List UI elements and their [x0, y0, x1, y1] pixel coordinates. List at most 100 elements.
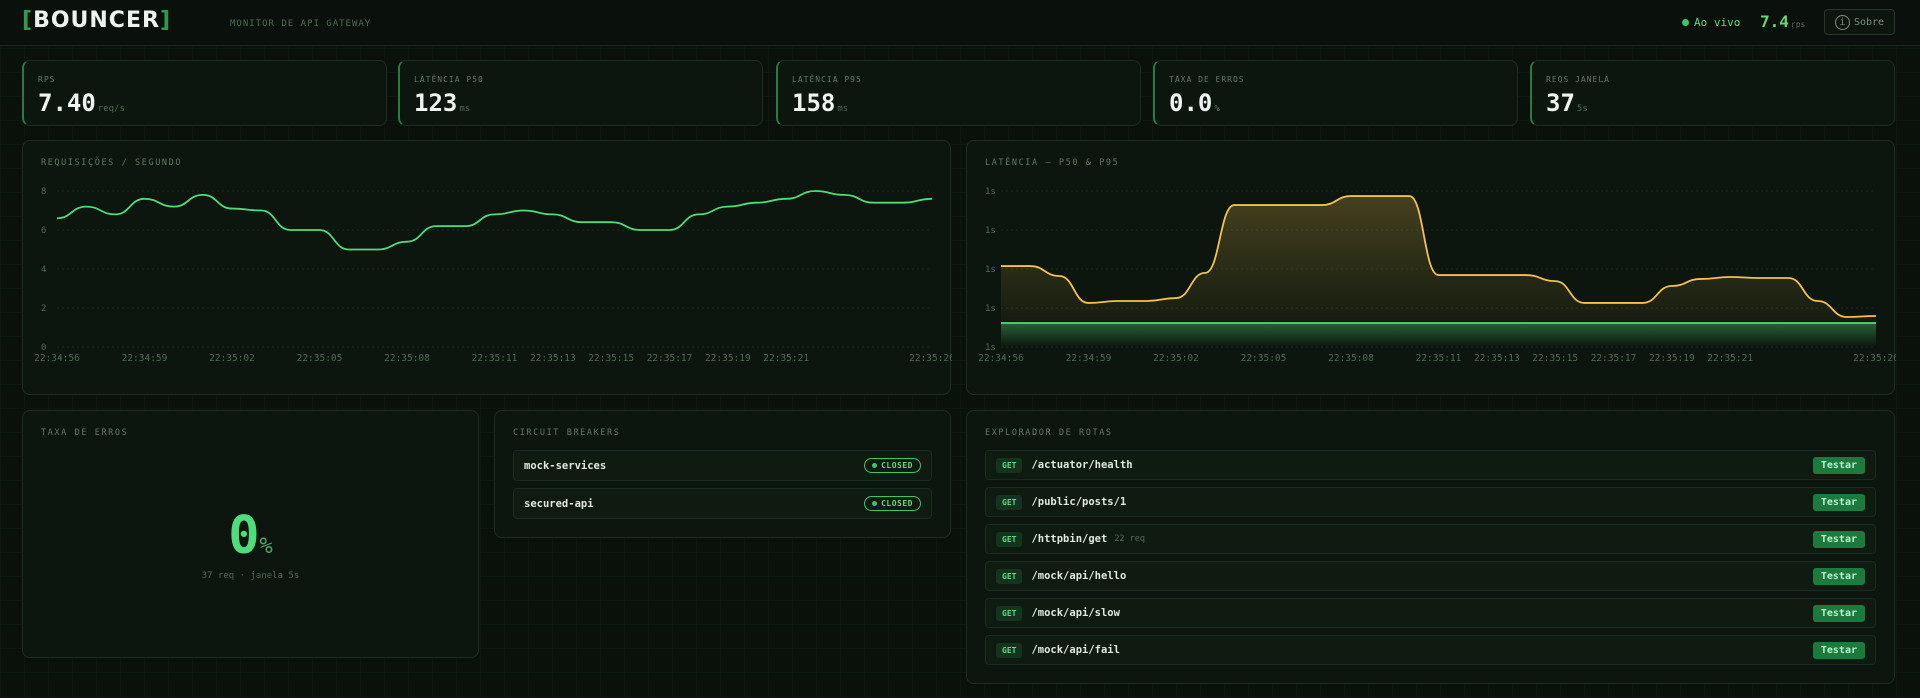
error-rate-unit: % [259, 534, 273, 559]
route-explorer-title: EXPLORADOR DE ROTAS [985, 428, 1113, 438]
x-tick-label: 22:35:19 [1649, 353, 1695, 364]
y-tick-label: 8 [41, 187, 46, 197]
x-tick-label: 22:35:15 [588, 353, 634, 364]
kpi-card: TAXA DE ERROS 0.0% [1153, 60, 1518, 126]
breaker-state: CLOSED [881, 499, 913, 508]
x-tick-label: 22:34:56 [34, 353, 80, 364]
series-area [1001, 323, 1876, 347]
y-tick-label: 0 [41, 343, 46, 353]
route-row: GET/public/posts/1 Testar [985, 487, 1876, 517]
x-tick-label: 22:35:08 [384, 353, 430, 364]
test-route-button[interactable]: Testar [1812, 641, 1865, 659]
breaker-name: mock-services [524, 459, 607, 472]
kpi-number: 123 [414, 89, 458, 117]
error-rate-number: 0 [228, 506, 260, 566]
x-tick-label: 22:35:13 [1474, 353, 1520, 364]
brand-name: BOUNCER [33, 8, 160, 33]
y-tick-label: 1s [985, 304, 996, 314]
x-tick-label: 22:35:11 [1416, 353, 1462, 364]
route-row: GET/mock/api/fail Testar [985, 635, 1876, 665]
test-route-button[interactable]: Testar [1812, 530, 1865, 548]
route-request-count: 22 req [1114, 534, 1146, 544]
latency-chart-panel: LATÊNCIA — P50 & P95 1s 1s 1s 1s 1s 22:34:56 2… [966, 140, 1896, 395]
header-rps: 7.4 rps [1760, 12, 1805, 31]
y-tick-label: 4 [41, 265, 46, 275]
route-row: GET/httpbin/get 22 req Testar [985, 524, 1876, 554]
kpi-card: LATÊNCIA P95 158 ms [776, 60, 1141, 126]
http-method-badge: GET [996, 531, 1023, 547]
y-tick-label: 1s [985, 226, 996, 236]
test-route-button[interactable]: Testar [1812, 567, 1865, 585]
http-method-badge: GET [996, 568, 1023, 584]
x-tick-label: 22:35:15 [1532, 353, 1578, 364]
kpi-unit: 5s [1576, 104, 1588, 114]
x-tick-label: 22:35:02 [1153, 353, 1199, 364]
breaker-status-badge: CLOSED [864, 458, 921, 473]
route-explorer-panel: EXPLORADOR DE ROTAS GET/actuator/health T… [966, 410, 1895, 684]
rps-value: 7.4 [1760, 12, 1789, 31]
x-tick-label: 22:35:13 [530, 353, 576, 364]
http-method-badge: GET [996, 642, 1023, 658]
breaker-name: secured-api [524, 497, 594, 510]
latency-chart: 1s1s1s1s1s22:34:56 22:34:59 22:35:02 22:35:… [978, 187, 1896, 364]
http-method-badge: GET [996, 457, 1023, 473]
route-path: /mock/api/hello [1031, 570, 1127, 582]
route-row: GET/mock/api/hello Testar [985, 561, 1876, 591]
x-tick-label: 22:35:17 [647, 353, 693, 364]
test-route-button[interactable]: Testar [1812, 493, 1865, 511]
app-header: [BOUNCER] MONITOR DE API GATEWAY Ao vivo… [0, 0, 1920, 46]
kpi-label: RPS [38, 75, 56, 84]
test-route-button[interactable]: Testar [1812, 456, 1865, 474]
about-button[interactable]: i Sobre [1824, 9, 1895, 35]
kpi-number: 37 [1546, 89, 1575, 117]
y-tick-label: 2 [41, 304, 46, 314]
circuit-breaker-row: secured-api CLOSED [513, 488, 932, 519]
kpi-value: 158 ms [792, 89, 848, 117]
live-dot-icon [1682, 19, 1689, 26]
error-rate-value: 0% [23, 506, 478, 566]
x-tick-label: 22:35:05 [297, 353, 343, 364]
rps-chart: 0 2 4 6 8 22:34:56 22:34:59 22:35:02 22:35:05 22:… [34, 187, 952, 364]
y-tick-label: 1s [985, 343, 996, 353]
series-line [56, 190, 933, 251]
x-tick-label: 22:35:05 [1241, 353, 1287, 364]
kpi-unit: ms [459, 104, 471, 114]
x-tick-label: 22:35:11 [472, 353, 518, 364]
status-dot-icon [872, 501, 878, 506]
kpi-value: 37 5s [1546, 89, 1588, 117]
circuit-breakers-title: CIRCUIT BREAKERS [513, 428, 621, 438]
kpi-card: LATÊNCIA P50 123 ms [398, 60, 763, 126]
kpi-number: 7.40 [38, 89, 96, 117]
app-subtitle: MONITOR DE API GATEWAY [230, 19, 372, 29]
live-label: Ao vivo [1694, 16, 1741, 29]
route-path: /mock/api/slow [1031, 607, 1120, 619]
rps-chart-panel: REQUISIÇÕES / SEGUNDO 0 2 4 6 8 22:34:56 22:34… [22, 140, 952, 395]
brand-logo: [BOUNCER] [22, 8, 171, 33]
live-indicator: Ao vivo [1682, 16, 1740, 29]
route-path: /mock/api/fail [1031, 644, 1120, 656]
x-tick-label: 22:34:59 [1066, 353, 1112, 364]
x-tick-label: 22:34:59 [122, 353, 168, 364]
kpi-unit: req/s [97, 104, 125, 114]
y-tick-label: 1s [985, 265, 996, 275]
route-row: GET/mock/api/slow Testar [985, 598, 1876, 628]
kpi-number: 158 [792, 89, 836, 117]
kpi-unit: ms [837, 104, 849, 114]
x-tick-label: 22:34:56 [978, 353, 1024, 364]
error-rate-subtitle: 37 req · janela 5s [201, 571, 300, 581]
circuit-breaker-row: mock-services CLOSED [513, 450, 932, 481]
test-route-button[interactable]: Testar [1812, 604, 1865, 622]
http-method-badge: GET [996, 605, 1023, 621]
status-dot-icon [872, 463, 878, 468]
route-path: /httpbin/get [1031, 533, 1108, 545]
rps-unit: rps [1790, 20, 1806, 29]
route-row: GET/actuator/health Testar [985, 450, 1876, 480]
x-tick-label: 22:35:17 [1591, 353, 1637, 364]
about-label: Sobre [1853, 16, 1885, 28]
x-tick-label: 22:35:21 [1707, 353, 1753, 364]
x-tick-label: 22:35:26 [1853, 353, 1896, 364]
x-tick-label: 22:35:19 [705, 353, 751, 364]
kpi-card: REQS JANELA 37 5s [1530, 60, 1895, 126]
error-rate-panel: TAXA DE ERROS 0% 37 req · janela 5s [22, 410, 479, 658]
x-tick-label: 22:35:02 [209, 353, 255, 364]
